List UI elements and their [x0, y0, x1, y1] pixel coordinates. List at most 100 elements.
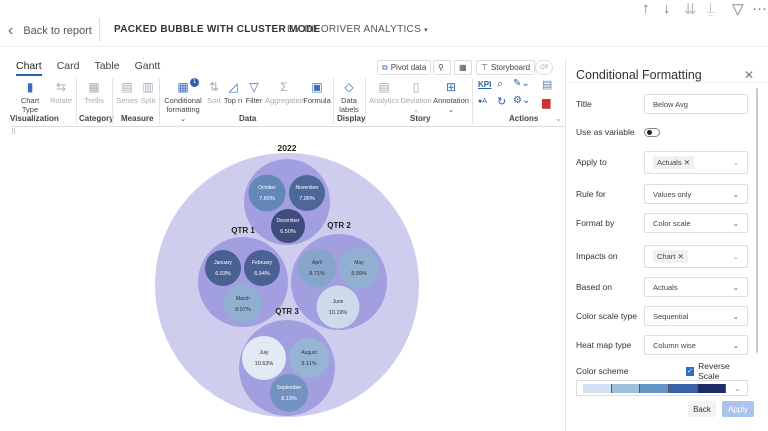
- chevron-down-icon: ⌄: [733, 312, 739, 321]
- panel-title: Conditional Formatting: [576, 68, 702, 82]
- impacts-on-select[interactable]: Chart ✕⌄: [644, 245, 748, 268]
- double-arrow-down-icon[interactable]: ⇊: [684, 0, 697, 18]
- month-bubble[interactable]: [289, 338, 329, 378]
- chip-chart: Chart ✕: [653, 250, 688, 263]
- format-by-value: Color scale: [653, 219, 691, 228]
- back-button[interactable]: Back: [688, 401, 716, 417]
- cluster-label: QTR 2: [327, 221, 351, 230]
- checkbox-checked-icon: ✓: [686, 367, 694, 376]
- bubble-value: 7.80%: [259, 196, 275, 202]
- bubble-value: 6.94%: [254, 271, 270, 277]
- bubble-label: January: [214, 260, 232, 266]
- bubble-label: November: [295, 185, 318, 191]
- arrow-up-icon[interactable]: ↑: [642, 0, 650, 17]
- filter-icon[interactable]: ▽: [732, 0, 744, 18]
- bubble-label: May: [354, 260, 364, 266]
- title-input[interactable]: Below Avg: [644, 94, 748, 114]
- color-scale-type-value: Sequential: [653, 312, 688, 321]
- chevron-down-icon: ⌄: [733, 341, 739, 350]
- month-bubble[interactable]: [289, 175, 325, 211]
- bubble-label: September: [277, 385, 302, 391]
- format-by-label: Format by: [576, 218, 644, 228]
- bubble-label: March: [236, 296, 250, 302]
- chart-title: 2022: [278, 143, 297, 153]
- use-as-variable-toggle[interactable]: [644, 128, 660, 137]
- packed-bubble-chart: 2022 October 7.80% November 7.06% December 6.5…: [0, 0, 565, 431]
- based-on-value: Actuals: [653, 283, 678, 292]
- arrow-down-icon[interactable]: ↓: [663, 0, 671, 17]
- bubble-value: 6.50%: [280, 229, 296, 235]
- remove-icon[interactable]: ✕: [684, 158, 690, 167]
- reverse-scale-label: Reverse Scale: [698, 361, 748, 381]
- remove-icon[interactable]: ✕: [677, 252, 683, 261]
- month-bubble[interactable]: [270, 374, 308, 412]
- color-swatch: [612, 384, 641, 393]
- bubble-label: October: [258, 185, 276, 191]
- more-icon[interactable]: ···: [752, 0, 767, 17]
- month-bubble[interactable]: [339, 248, 379, 288]
- bubble-value: 8.99%: [351, 271, 367, 277]
- heat-map-type-value: Column wise: [653, 341, 696, 350]
- divider: [566, 82, 768, 83]
- month-bubble[interactable]: [298, 249, 337, 288]
- month-bubble[interactable]: [242, 336, 286, 380]
- bubble-label: July: [260, 350, 269, 356]
- chevron-down-icon: ⌄: [733, 190, 739, 199]
- title-value: Below Avg: [653, 100, 688, 109]
- month-bubble[interactable]: [271, 209, 305, 243]
- color-scale-type-label: Color scale type: [576, 311, 644, 321]
- rule-for-value: Values only: [653, 190, 691, 199]
- bubble-label: April: [312, 260, 322, 266]
- chip-label: Actuals: [657, 158, 682, 167]
- cluster-label: QTR 1: [231, 226, 255, 235]
- month-bubble[interactable]: [244, 250, 280, 286]
- apply-button[interactable]: Apply: [722, 401, 754, 417]
- format-by-select[interactable]: Color scale ⌄: [644, 213, 748, 233]
- conditional-formatting-panel: Conditional Formatting ✕ TitleBelow Avg …: [565, 58, 768, 431]
- bubble-value: 8.19%: [281, 396, 297, 402]
- scrollbar[interactable]: [756, 88, 758, 353]
- chevron-down-icon: ⌄: [733, 219, 739, 228]
- month-bubble[interactable]: [317, 286, 360, 329]
- cluster-label: QTR 3: [275, 307, 299, 316]
- color-swatch: [698, 384, 727, 393]
- bubble-value: 7.06%: [299, 196, 315, 202]
- apply-to-select[interactable]: Actuals ✕ ⌄: [644, 151, 748, 174]
- month-bubble[interactable]: [205, 250, 241, 286]
- color-swatch: [583, 384, 612, 393]
- bubble-value: 8.71%: [309, 271, 325, 277]
- month-bubble[interactable]: [224, 285, 263, 324]
- reverse-scale-checkbox[interactable]: ✓ Reverse Scale: [686, 361, 748, 381]
- title-label: Title: [576, 99, 644, 109]
- close-icon[interactable]: ✕: [744, 68, 754, 82]
- rule-for-label: Rule for: [576, 189, 644, 199]
- chevron-down-icon: ⌄: [734, 384, 741, 393]
- bubble-label: December: [276, 218, 299, 224]
- bubble-value: 6.93%: [215, 271, 231, 277]
- chip-label: Chart: [657, 252, 675, 261]
- rule-for-select[interactable]: Values only ⌄: [644, 184, 748, 204]
- chip-actuals: Actuals ✕: [653, 156, 694, 169]
- color-scheme-label: Color scheme: [576, 366, 676, 376]
- heat-map-type-select[interactable]: Column wise ⌄: [644, 335, 748, 355]
- bubble-value: 10.63%: [255, 361, 274, 367]
- bubble-value: 9.11%: [301, 361, 316, 367]
- chevron-down-icon: ⌄: [733, 283, 739, 292]
- color-scheme-select[interactable]: ⌄: [576, 380, 748, 396]
- color-swatch: [640, 384, 669, 393]
- impacts-on-label: Impacts on: [576, 251, 644, 261]
- bubble-label: February: [252, 260, 273, 266]
- color-scale-type-select[interactable]: Sequential ⌄: [644, 306, 748, 326]
- based-on-select[interactable]: Actuals ⌄: [644, 277, 748, 297]
- bubble-value: 10.19%: [329, 310, 348, 316]
- heat-map-type-label: Heat map type: [576, 340, 644, 350]
- apply-to-label: Apply to: [576, 157, 644, 167]
- expand-hierarchy-icon[interactable]: ⍊: [706, 0, 715, 17]
- bubble-label: August: [301, 350, 317, 356]
- chevron-down-icon: ⌄: [733, 158, 739, 167]
- based-on-label: Based on: [576, 282, 644, 292]
- color-swatch: [669, 384, 698, 393]
- bubble-value: 8.97%: [235, 307, 251, 313]
- bubble-label: June: [333, 299, 344, 305]
- month-bubble[interactable]: [249, 175, 286, 212]
